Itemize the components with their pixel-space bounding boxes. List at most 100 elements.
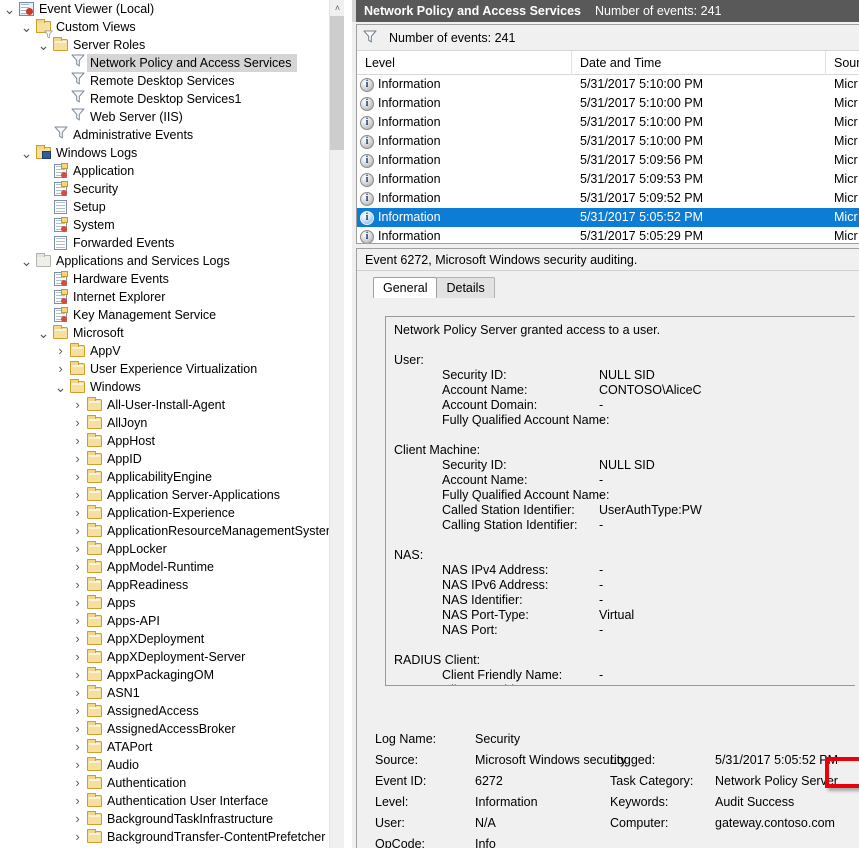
chevron-right-icon[interactable]: › (70, 432, 85, 450)
chevron-down-icon[interactable]: ⌄ (19, 147, 34, 159)
tree-item-custom-views[interactable]: ⌄Custom Views (0, 18, 336, 36)
tree-item-forwarded-events[interactable]: Forwarded Events (0, 234, 336, 252)
chevron-right-icon[interactable]: › (70, 774, 85, 792)
table-row[interactable]: iInformation5/31/2017 5:09:52 PMMicr (357, 189, 859, 208)
tree-item-asn1[interactable]: ›ASN1 (0, 684, 336, 702)
tree-item-all-user-install-agent[interactable]: ›All-User-Install-Agent (0, 396, 336, 414)
chevron-down-icon[interactable]: ⌄ (53, 381, 68, 393)
tree-item-event-viewer-local[interactable]: ⌄Event Viewer (Local) (0, 0, 336, 18)
filter-bar[interactable]: Number of events: 241 (357, 25, 859, 51)
events-rows[interactable]: iInformation5/31/2017 5:10:00 PMMicriInf… (357, 75, 859, 244)
tree-item-user-experience-virtualization[interactable]: ›User Experience Virtualization (0, 360, 336, 378)
chevron-right-icon[interactable]: › (70, 792, 85, 810)
chevron-right-icon[interactable]: › (70, 612, 85, 630)
chevron-right-icon[interactable]: › (70, 756, 85, 774)
tree-item-appxdeployment[interactable]: ›AppXDeployment (0, 630, 336, 648)
chevron-right-icon[interactable]: › (70, 702, 85, 720)
tree-item-backgroundtransfer-contentprefetcher[interactable]: ›BackgroundTransfer-ContentPrefetcher (0, 828, 336, 846)
tree-item-application[interactable]: Application (0, 162, 336, 180)
chevron-right-icon[interactable]: › (70, 468, 85, 486)
tree-item-appxpackagingom[interactable]: ›AppxPackagingOM (0, 666, 336, 684)
table-row[interactable]: iInformation5/31/2017 5:05:52 PMMicr (357, 208, 859, 227)
tree-item-remote-desktop-services[interactable]: Remote Desktop Services (0, 72, 336, 90)
tree-item-appxdeployment-server[interactable]: ›AppXDeployment-Server (0, 648, 336, 666)
chevron-right-icon[interactable]: › (70, 558, 85, 576)
tree-item-alljoyn[interactable]: ›AllJoyn (0, 414, 336, 432)
tree-item-remote-desktop-services1[interactable]: Remote Desktop Services1 (0, 90, 336, 108)
chevron-down-icon[interactable]: ⌄ (36, 327, 51, 339)
tree-item-application-server-applications[interactable]: ›Application Server-Applications (0, 486, 336, 504)
chevron-right-icon[interactable]: › (70, 504, 85, 522)
tree-item-network-policy-and-access-services[interactable]: Network Policy and Access Services (0, 54, 336, 72)
table-row[interactable]: iInformation5/31/2017 5:10:00 PMMicr (357, 132, 859, 151)
table-row[interactable]: iInformation5/31/2017 5:09:56 PMMicr (357, 151, 859, 170)
tree-item-windows[interactable]: ⌄Windows (0, 378, 336, 396)
chevron-right-icon[interactable]: › (70, 540, 85, 558)
chevron-right-icon[interactable]: › (70, 648, 85, 666)
chevron-right-icon[interactable]: › (70, 414, 85, 432)
table-row[interactable]: iInformation5/31/2017 5:10:00 PMMicr (357, 75, 859, 94)
tree-item-audio[interactable]: ›Audio (0, 756, 336, 774)
tree-item-web-server-iis[interactable]: Web Server (IIS) (0, 108, 336, 126)
chevron-down-icon[interactable]: ⌄ (36, 39, 51, 51)
tree-item-microsoft[interactable]: ⌄Microsoft (0, 324, 336, 342)
tab-details[interactable]: Details (436, 277, 494, 298)
tree-item-assignedaccess[interactable]: ›AssignedAccess (0, 702, 336, 720)
chevron-right-icon[interactable]: › (70, 684, 85, 702)
chevron-right-icon[interactable]: › (53, 342, 68, 360)
tree-item-ataport[interactable]: ›ATAPort (0, 738, 336, 756)
tree-item-assignedaccessbroker[interactable]: ›AssignedAccessBroker (0, 720, 336, 738)
table-row[interactable]: iInformation5/31/2017 5:10:00 PMMicr (357, 113, 859, 132)
chevron-right-icon[interactable]: › (70, 738, 85, 756)
chevron-right-icon[interactable]: › (70, 666, 85, 684)
tree-item-administrative-events[interactable]: Administrative Events (0, 126, 336, 144)
tree-item-applocker[interactable]: ›AppLocker (0, 540, 336, 558)
tree-item-application-experience[interactable]: ›Application-Experience (0, 504, 336, 522)
tree-item-key-management-service[interactable]: Key Management Service (0, 306, 336, 324)
tree-item-apphost[interactable]: ›AppHost (0, 432, 336, 450)
chevron-right-icon[interactable]: › (70, 450, 85, 468)
chevron-down-icon[interactable]: ⌄ (19, 255, 34, 267)
tree-item-applicabilityengine[interactable]: ›ApplicabilityEngine (0, 468, 336, 486)
column-header-date-and-time[interactable]: Date and Time (572, 51, 826, 75)
scrollbar-thumb[interactable] (330, 16, 345, 150)
tree-item-system[interactable]: System (0, 216, 336, 234)
chevron-right-icon[interactable]: › (70, 396, 85, 414)
chevron-right-icon[interactable]: › (70, 594, 85, 612)
tree-item-apps-api[interactable]: ›Apps-API (0, 612, 336, 630)
tree-item-authentication-user-interface[interactable]: ›Authentication User Interface (0, 792, 336, 810)
chevron-right-icon[interactable]: › (70, 720, 85, 738)
tree-item-internet-explorer[interactable]: Internet Explorer (0, 288, 336, 306)
tree-item-appv[interactable]: ›AppV (0, 342, 336, 360)
chevron-down-icon[interactable]: ⌄ (2, 3, 17, 15)
chevron-right-icon[interactable]: › (70, 576, 85, 594)
table-row[interactable]: iInformation5/31/2017 5:10:00 PMMicr (357, 94, 859, 113)
tree-item-authentication[interactable]: ›Authentication (0, 774, 336, 792)
tree-item-apps[interactable]: ›Apps (0, 594, 336, 612)
column-header-source[interactable]: Sour (826, 51, 859, 75)
tree-item-applicationresourcemanagementsystem[interactable]: ›ApplicationResourceManagementSystem (0, 522, 336, 540)
table-row[interactable]: iInformation5/31/2017 5:05:29 PMMicr (357, 227, 859, 244)
tree-item-setup[interactable]: Setup (0, 198, 336, 216)
chevron-right-icon[interactable]: › (70, 630, 85, 648)
tree-item-appid[interactable]: ›AppID (0, 450, 336, 468)
tree-vertical-scrollbar[interactable]: ˄ (329, 0, 344, 848)
column-header-level[interactable]: Level (357, 51, 572, 75)
tree-item-applications-and-services-logs[interactable]: ⌄Applications and Services Logs (0, 252, 336, 270)
chevron-down-icon[interactable]: ⌄ (19, 21, 34, 33)
chevron-right-icon[interactable]: › (70, 810, 85, 828)
chevron-right-icon[interactable]: › (53, 360, 68, 378)
tree-item-windows-logs[interactable]: ⌄Windows Logs (0, 144, 336, 162)
tree-item-hardware-events[interactable]: Hardware Events (0, 270, 336, 288)
console-tree[interactable]: ⌄Event Viewer (Local)⌄Custom Views⌄Serve… (0, 0, 336, 848)
tree-item-backgroundtaskinfrastructure[interactable]: ›BackgroundTaskInfrastructure (0, 810, 336, 828)
chevron-right-icon[interactable]: › (70, 486, 85, 504)
chevron-right-icon[interactable]: › (70, 522, 85, 540)
table-row[interactable]: iInformation5/31/2017 5:09:53 PMMicr (357, 170, 859, 189)
chevron-right-icon[interactable]: › (70, 828, 85, 846)
tab-general[interactable]: General (373, 277, 437, 298)
tree-item-security[interactable]: Security (0, 180, 336, 198)
tree-item-appreadiness[interactable]: ›AppReadiness (0, 576, 336, 594)
tree-item-appmodel-runtime[interactable]: ›AppModel-Runtime (0, 558, 336, 576)
general-tab-content[interactable]: Network Policy Server granted access to … (385, 316, 855, 686)
